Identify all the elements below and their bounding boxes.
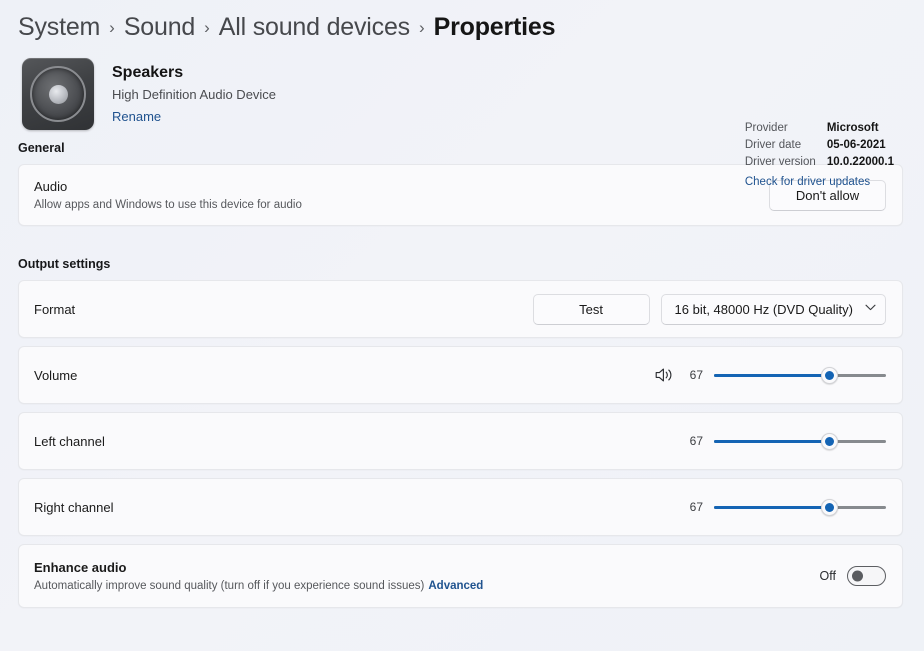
rename-link[interactable]: Rename (112, 107, 161, 127)
enhance-audio-description-text: Automatically improve sound quality (tur… (34, 580, 424, 592)
speaker-waves-icon[interactable] (655, 367, 674, 383)
volume-slider-thumb[interactable] (821, 367, 838, 384)
speaker-device-icon (22, 58, 94, 130)
check-driver-updates-link[interactable]: Check for driver updates (745, 173, 894, 191)
enhance-audio-description: Automatically improve sound quality (tur… (34, 578, 483, 595)
right-channel-value: 67 (683, 500, 703, 514)
device-header: Speakers High Definition Audio Device Re… (0, 44, 924, 140)
speaker-cone-shape (30, 66, 86, 122)
breadcrumb-item-sound[interactable]: Sound (124, 12, 195, 42)
left-channel-slider-fill (714, 440, 829, 443)
left-channel-controls: 67 (683, 430, 886, 452)
driver-date-value: 05-06-2021 (827, 137, 886, 154)
audio-setting-text: Audio Allow apps and Windows to use this… (34, 177, 302, 214)
right-channel-slider[interactable] (714, 496, 886, 518)
volume-setting-card: Volume 67 (18, 346, 903, 404)
left-channel-setting-card: Left channel 67 (18, 412, 903, 470)
device-subtitle: High Definition Audio Device (112, 85, 276, 105)
audio-setting-title: Audio (34, 177, 302, 196)
volume-slider-fill (714, 374, 829, 377)
breadcrumb: System › Sound › All sound devices › Pro… (0, 0, 924, 44)
left-channel-value: 67 (683, 434, 703, 448)
breadcrumb-separator-icon: › (109, 13, 115, 43)
section-spacer (0, 234, 924, 256)
right-channel-label: Right channel (34, 498, 114, 517)
volume-value: 67 (683, 368, 703, 382)
right-channel-setting-card: Right channel 67 (18, 478, 903, 536)
driver-provider-value: Microsoft (827, 120, 879, 137)
output-settings-section: Format Test 16 bit, 48000 Hz (DVD Qualit… (0, 280, 924, 608)
enhance-audio-state-label: Off (820, 569, 836, 583)
format-dropdown[interactable]: 16 bit, 48000 Hz (DVD Quality) (661, 294, 886, 325)
driver-info-panel: Provider Microsoft Driver date 05-06-202… (745, 120, 894, 191)
advanced-link[interactable]: Advanced (428, 580, 483, 592)
enhance-audio-setting-card: Enhance audio Automatically improve soun… (18, 544, 903, 608)
driver-date-row: Driver date 05-06-2021 (745, 137, 894, 154)
right-channel-slider-fill (714, 506, 829, 509)
enhance-audio-title: Enhance audio (34, 558, 483, 577)
breadcrumb-item-system[interactable]: System (18, 12, 100, 42)
speaker-dome-shape (49, 85, 68, 104)
breadcrumb-item-all-sound-devices[interactable]: All sound devices (219, 12, 410, 42)
format-setting-card: Format Test 16 bit, 48000 Hz (DVD Qualit… (18, 280, 903, 338)
driver-version-row: Driver version 10.0.22000.1 (745, 154, 894, 171)
enhance-audio-text: Enhance audio Automatically improve soun… (34, 558, 483, 595)
format-controls: Test 16 bit, 48000 Hz (DVD Quality) (533, 294, 886, 325)
left-channel-slider-thumb[interactable] (821, 433, 838, 450)
right-channel-controls: 67 (683, 496, 886, 518)
toggle-knob (852, 571, 863, 582)
driver-provider-label: Provider (745, 120, 827, 137)
audio-setting-description: Allow apps and Windows to use this devic… (34, 197, 302, 214)
chevron-down-icon (865, 304, 876, 314)
enhance-audio-toggle-group: Off (820, 566, 886, 586)
device-name: Speakers (112, 62, 276, 84)
format-label: Format (34, 300, 75, 319)
right-channel-slider-thumb[interactable] (821, 499, 838, 516)
volume-slider[interactable] (714, 364, 886, 386)
driver-version-label: Driver version (745, 154, 827, 171)
volume-controls: 67 (655, 364, 886, 386)
left-channel-slider[interactable] (714, 430, 886, 452)
volume-label: Volume (34, 366, 77, 385)
breadcrumb-separator-icon: › (419, 13, 425, 43)
driver-date-label: Driver date (745, 137, 827, 154)
enhance-audio-toggle[interactable] (847, 566, 886, 586)
test-button[interactable]: Test (533, 294, 650, 325)
device-info: Speakers High Definition Audio Device Re… (112, 58, 276, 127)
driver-provider-row: Provider Microsoft (745, 120, 894, 137)
breadcrumb-item-properties: Properties (434, 12, 556, 42)
left-channel-label: Left channel (34, 432, 105, 451)
breadcrumb-separator-icon: › (204, 13, 210, 43)
driver-version-value: 10.0.22000.1 (827, 154, 894, 171)
section-title-output-settings: Output settings (18, 256, 924, 272)
settings-page: System › Sound › All sound devices › Pro… (0, 0, 924, 651)
format-dropdown-value: 16 bit, 48000 Hz (DVD Quality) (675, 302, 853, 317)
